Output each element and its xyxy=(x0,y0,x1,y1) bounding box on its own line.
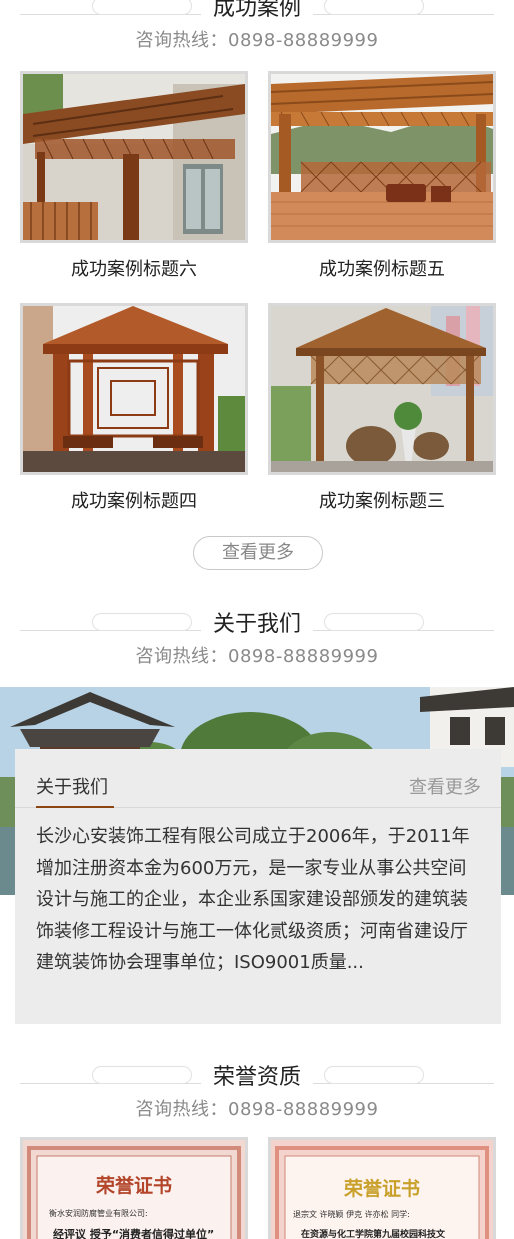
about-card-title-underline xyxy=(36,806,114,808)
case-item[interactable]: 成功案例标题三 xyxy=(268,303,496,513)
certificate-item[interactable]: 荣誉证书 退宗文 许晓颖 伊克 许亦松 同学: 在资源与化工学院第九届校园科技文 xyxy=(268,1137,496,1239)
case-item[interactable]: 成功案例标题五 xyxy=(268,71,496,281)
case-image-frame[interactable] xyxy=(268,71,496,243)
cases-hotline: 咨询热线：0898-88889999 xyxy=(135,30,379,51)
certificate-item[interactable]: 荣誉证书 衡水安润防腐管业有限公司: 经评议 授予“消费者信得过单位” xyxy=(20,1137,248,1239)
certificate-heading: 荣誉证书 xyxy=(95,1174,172,1197)
case-image-frame[interactable] xyxy=(268,303,496,475)
case-image-chinese-pavilion xyxy=(23,306,245,472)
about-section-header: 关于我们 咨询热线：0898-88889999 xyxy=(0,602,514,672)
case-caption[interactable]: 成功案例标题六 xyxy=(20,255,248,281)
cases-section-header: 成功案例 咨询热线：0898-88889999 xyxy=(0,0,514,56)
about-title: 关于我们 xyxy=(200,612,313,637)
honor-hotline: 咨询热线：0898-88889999 xyxy=(135,1099,379,1120)
certificate-heading: 荣誉证书 xyxy=(343,1177,420,1200)
case-image-frame[interactable] xyxy=(20,71,248,243)
about-more-link[interactable]: 查看更多 xyxy=(409,773,481,799)
cases-title: 成功案例 xyxy=(200,0,313,21)
certificate-line: 经评议 授予“消费者信得过单位” xyxy=(53,1227,214,1239)
about-card-title: 关于我们 xyxy=(36,777,108,798)
honor-title: 荣誉资质 xyxy=(200,1065,313,1090)
case-caption[interactable]: 成功案例标题三 xyxy=(268,487,496,513)
certificate-image: 荣誉证书 衡水安润防腐管业有限公司: 经评议 授予“消费者信得过单位” xyxy=(23,1140,245,1239)
cases-more-button[interactable]: 查看更多 xyxy=(193,536,323,570)
case-item[interactable]: 成功案例标题六 xyxy=(20,71,248,281)
about-description: 长沙心安装饰工程有限公司成立于2006年，于2011年增加注册资本金为600万元… xyxy=(36,826,470,973)
case-image-frame[interactable] xyxy=(20,303,248,475)
case-caption[interactable]: 成功案例标题五 xyxy=(268,255,496,281)
case-caption[interactable]: 成功案例标题四 xyxy=(20,487,248,513)
case-image-garden-gazebo xyxy=(271,306,493,472)
case-item[interactable]: 成功案例标题四 xyxy=(20,303,248,513)
about-card: 关于我们 查看更多 长沙心安装饰工程有限公司成立于2006年，于2011年增加注… xyxy=(15,749,501,1024)
honor-section-header: 荣誉资质 咨询热线：0898-88889999 xyxy=(0,1055,514,1125)
certificate-line: 衡水安润防腐管业有限公司: xyxy=(49,1208,148,1218)
certificate-line: 退宗文 许晓颖 伊克 许亦松 同学: xyxy=(293,1209,410,1219)
certificate-image: 荣誉证书 退宗文 许晓颖 伊克 许亦松 同学: 在资源与化工学院第九届校园科技文 xyxy=(271,1140,493,1239)
certificate-line: 在资源与化工学院第九届校园科技文 xyxy=(301,1228,446,1239)
case-image-pergola-deck xyxy=(271,74,493,240)
about-hotline: 咨询热线：0898-88889999 xyxy=(135,646,379,667)
case-image-pergola-house xyxy=(23,74,245,240)
